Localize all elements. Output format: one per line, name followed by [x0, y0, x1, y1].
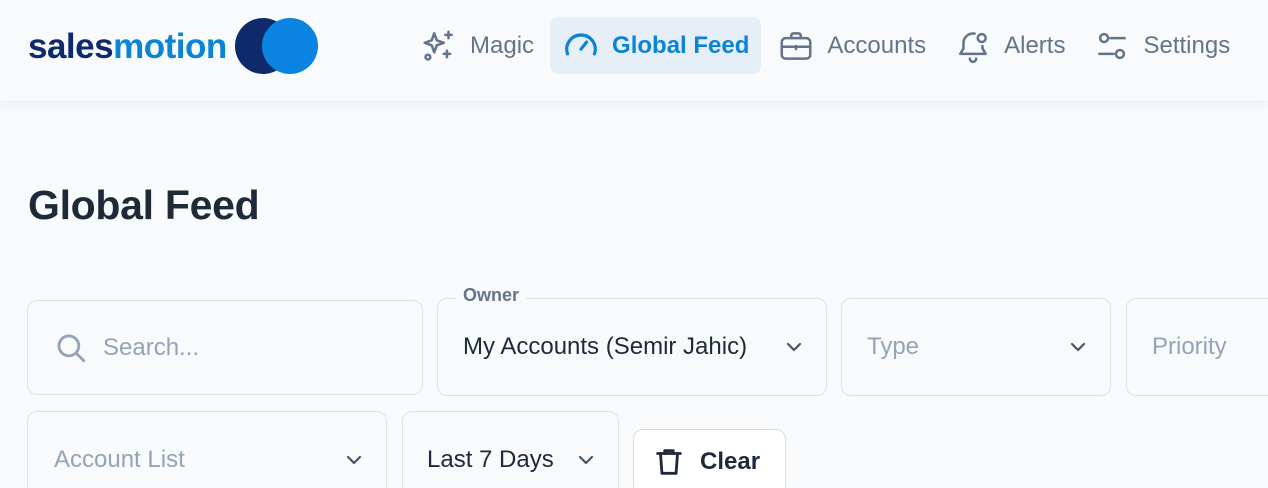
nav-item-label: Settings: [1143, 31, 1231, 59]
type-placeholder: Type: [867, 333, 920, 360]
date-range-select[interactable]: Last 7 Days: [402, 411, 619, 488]
chevron-down-icon: [346, 455, 362, 465]
search-field[interactable]: Search...: [27, 300, 423, 395]
nav-item-label: Magic: [470, 31, 535, 59]
trash-icon: [656, 449, 682, 475]
nav-item-accounts[interactable]: Accounts: [765, 17, 938, 74]
owner-label: Owner: [456, 285, 527, 306]
logo-wordmark: salesmotion: [28, 29, 227, 64]
nav-item-alerts[interactable]: Alerts: [942, 17, 1077, 74]
nav-item-label: Alerts: [1004, 31, 1066, 59]
briefcase-icon: [780, 31, 812, 60]
logo-wordmark-motion: motion: [113, 26, 227, 66]
clear-button-label: Clear: [700, 448, 761, 475]
owner-value: My Accounts (Semir Jahic): [463, 333, 748, 360]
account-list-select[interactable]: Account List: [27, 411, 387, 488]
sliders-icon: [1098, 32, 1127, 59]
sparkles-icon: [423, 29, 453, 61]
type-select[interactable]: Type: [841, 298, 1111, 396]
main-nav: Magic Global Feed Accounts Alerts Settin…: [408, 17, 1246, 74]
chevron-down-icon: [1070, 342, 1086, 352]
bell-icon: [959, 31, 988, 63]
priority-select[interactable]: Priority: [1126, 298, 1268, 396]
page-title: Global Feed: [28, 182, 260, 228]
chevron-down-icon: [786, 342, 802, 352]
nav-item-label: Accounts: [827, 31, 927, 59]
nav-item-magic[interactable]: Magic: [408, 17, 546, 74]
speedometer-icon: [565, 32, 597, 55]
chevron-down-icon: [578, 455, 594, 465]
date-range-value: Last 7 Days: [427, 446, 554, 473]
nav-item-global-feed[interactable]: Global Feed: [550, 17, 762, 74]
search-placeholder: Search...: [103, 333, 200, 361]
priority-placeholder: Priority: [1152, 333, 1227, 360]
nav-item-settings[interactable]: Settings: [1081, 17, 1242, 74]
owner-select[interactable]: Owner My Accounts (Semir Jahic): [437, 285, 827, 396]
logo-wordmark-sales: sales: [28, 26, 114, 66]
top-navigation-bar: salesmotion Magic Global Feed Accounts A…: [0, 0, 1268, 102]
search-icon: [57, 334, 86, 362]
clear-filters-button[interactable]: Clear: [633, 429, 786, 488]
nav-item-label: Global Feed: [612, 31, 750, 59]
logo-circles-icon: [234, 18, 319, 74]
salesmotion-logo[interactable]: salesmotion: [28, 18, 319, 74]
account-list-placeholder: Account List: [54, 446, 185, 473]
